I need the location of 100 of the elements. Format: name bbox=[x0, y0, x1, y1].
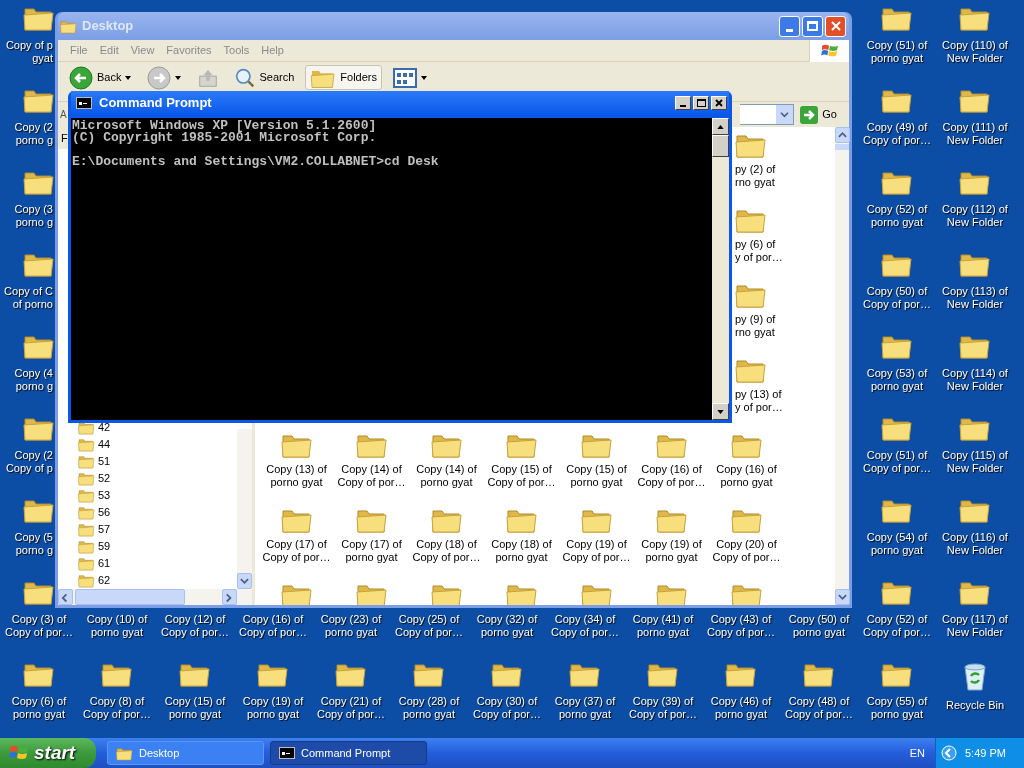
language-indicator[interactable]: EN bbox=[909, 744, 925, 762]
icon-label[interactable]: Copy (5 porno g bbox=[0, 531, 55, 557]
icon-label[interactable]: Copy (112) of New Folder bbox=[942, 203, 1008, 229]
go-button[interactable]: Go bbox=[798, 105, 839, 124]
icon-label[interactable]: Copy (41) of porno gyat bbox=[632, 613, 694, 639]
icon-label[interactable]: Copy (46) of porno gyat bbox=[710, 695, 772, 721]
icon-label[interactable]: Copy (37) of porno gyat bbox=[554, 695, 616, 721]
icon-label[interactable]: Copy (2 porno g bbox=[0, 121, 55, 147]
icon-label[interactable]: Copy (19) of porno gyat bbox=[242, 695, 304, 721]
folder-icon bbox=[78, 573, 95, 588]
icon-label[interactable]: Copy (116) of New Folder bbox=[942, 531, 1008, 557]
file-label[interactable]: Copy (17) of Copy of por… bbox=[262, 538, 331, 564]
file-label[interactable]: py (6) of y of por… bbox=[735, 238, 783, 264]
file-label[interactable]: Copy (18) of Copy of por… bbox=[412, 538, 481, 564]
file-label[interactable]: Copy (18) of porno gyat bbox=[491, 538, 552, 564]
icon-label[interactable]: Recycle Bin bbox=[945, 699, 1005, 712]
tree-item[interactable]: 62 bbox=[98, 572, 111, 589]
file-label[interactable]: Copy (19) of porno gyat bbox=[641, 538, 702, 564]
icon-label[interactable]: Copy (43) of Copy of por… bbox=[707, 613, 775, 639]
tree-item[interactable]: 61 bbox=[98, 555, 111, 572]
icon-label[interactable]: Copy (50) of porno gyat bbox=[788, 613, 850, 639]
file-label[interactable]: Copy (14) of porno gyat bbox=[416, 463, 477, 489]
icon-label[interactable]: Copy (3) of Copy of por… bbox=[5, 613, 73, 639]
icon-label[interactable]: Copy (6) of porno gyat bbox=[11, 695, 67, 721]
tree-item[interactable]: 59 bbox=[98, 538, 111, 555]
file-label[interactable]: Copy (15) of porno gyat bbox=[566, 463, 627, 489]
icon-label[interactable]: Copy (54) of porno gyat bbox=[866, 531, 928, 557]
minimize-button[interactable] bbox=[675, 96, 691, 110]
icon-label[interactable]: Copy (48) of Copy of por… bbox=[785, 695, 853, 721]
icon-label[interactable]: Copy (28) of porno gyat bbox=[398, 695, 460, 721]
icon-label[interactable]: Copy (2 Copy of p bbox=[0, 449, 55, 475]
scroll-thumb[interactable] bbox=[835, 144, 849, 150]
icon-label[interactable]: Copy of p gyat bbox=[0, 39, 55, 65]
close-button[interactable] bbox=[711, 96, 727, 110]
tree-item[interactable]: 52 bbox=[98, 470, 111, 487]
icon-label[interactable]: Copy (110) of New Folder bbox=[942, 39, 1008, 65]
icon-label[interactable]: Copy (113) of New Folder bbox=[942, 285, 1008, 311]
icon-label[interactable]: Copy (49) of Copy of por… bbox=[863, 121, 931, 147]
start-button[interactable]: start bbox=[0, 738, 96, 768]
icon-label[interactable]: Copy (34) of Copy of por… bbox=[551, 613, 619, 639]
icon-label[interactable]: Copy (12) of Copy of por… bbox=[161, 613, 229, 639]
back-button[interactable]: Back bbox=[64, 65, 137, 90]
icon-label[interactable]: Copy (51) of Copy of por… bbox=[863, 449, 931, 475]
close-icon bbox=[830, 21, 841, 31]
icon-label[interactable]: Copy (53) of porno gyat bbox=[866, 367, 928, 393]
scroll-left-button[interactable] bbox=[58, 589, 73, 605]
search-button[interactable]: Search bbox=[230, 65, 300, 90]
icon-label[interactable]: Copy (8) of Copy of por… bbox=[83, 695, 151, 721]
icon-label[interactable]: Copy (23) of porno gyat bbox=[320, 613, 382, 639]
icon-label[interactable]: Copy (51) of porno gyat bbox=[866, 39, 928, 65]
chevron-icon[interactable] bbox=[941, 745, 957, 761]
file-label[interactable]: Copy (16) of Copy of por… bbox=[637, 463, 706, 489]
icon-label[interactable]: Copy (15) of porno gyat bbox=[164, 695, 226, 721]
scroll-right-button[interactable] bbox=[222, 589, 237, 605]
file-label[interactable]: Copy (19) of Copy of por… bbox=[562, 538, 631, 564]
file-label[interactable]: py (13) of y of por… bbox=[735, 388, 783, 414]
taskbar-button[interactable]: Command Prompt bbox=[270, 741, 427, 765]
file-label[interactable]: Copy (17) of porno gyat bbox=[341, 538, 402, 564]
icon-label[interactable]: Copy (52) of porno gyat bbox=[866, 203, 928, 229]
address-field[interactable] bbox=[740, 104, 795, 125]
folder-icon bbox=[60, 18, 77, 34]
icon-label[interactable]: Copy (16) of Copy of por… bbox=[239, 613, 307, 639]
icon-label[interactable]: Copy (39) of Copy of por… bbox=[629, 695, 697, 721]
file-label[interactable]: py (9) of rno gyat bbox=[735, 313, 776, 339]
icon-label[interactable]: Copy (25) of Copy of por… bbox=[395, 613, 463, 639]
scroll-thumb[interactable] bbox=[75, 589, 185, 605]
maximize-button[interactable] bbox=[693, 96, 709, 110]
icon-label[interactable]: Copy (55) of porno gyat bbox=[866, 695, 928, 721]
icon-label[interactable]: Copy (3 porno g bbox=[0, 203, 55, 229]
icon-label[interactable]: Copy (52) of Copy of por… bbox=[863, 613, 931, 639]
icon-label[interactable]: Copy (4 porno g bbox=[0, 367, 55, 393]
scrollbar[interactable] bbox=[237, 429, 252, 589]
tree-item[interactable]: 57 bbox=[98, 521, 111, 538]
icon-label[interactable]: Copy of C of porno bbox=[0, 285, 55, 311]
dropdown-button[interactable] bbox=[776, 105, 794, 124]
scrollbar[interactable] bbox=[835, 127, 849, 605]
icon-label[interactable]: Copy (115) of New Folder bbox=[942, 449, 1008, 475]
file-label[interactable]: Copy (13) of porno gyat bbox=[266, 463, 327, 489]
icon-label[interactable]: Copy (10) of porno gyat bbox=[86, 613, 148, 639]
tree-item[interactable]: 42 bbox=[98, 419, 111, 436]
file-label[interactable]: Copy (20) of Copy of por… bbox=[712, 538, 781, 564]
tree-item[interactable]: 56 bbox=[98, 504, 111, 521]
folder-icon bbox=[78, 522, 95, 537]
icon-label[interactable]: Copy (111) of New Folder bbox=[942, 121, 1008, 147]
file-label[interactable]: Copy (15) of Copy of por… bbox=[487, 463, 556, 489]
icon-label[interactable]: Copy (114) of New Folder bbox=[942, 367, 1008, 393]
file-label[interactable]: py (2) of rno gyat bbox=[735, 163, 776, 189]
icon-label[interactable]: Copy (117) of New Folder bbox=[942, 613, 1008, 639]
file-label[interactable]: Copy (16) of porno gyat bbox=[716, 463, 777, 489]
taskbar-button[interactable]: Desktop bbox=[107, 741, 264, 765]
tree-item[interactable]: 53 bbox=[98, 487, 111, 504]
tree-item[interactable]: 51 bbox=[98, 453, 111, 470]
tree-item[interactable]: 44 bbox=[98, 436, 111, 453]
icon-label[interactable]: Copy (30) of Copy of por… bbox=[473, 695, 541, 721]
icon-label[interactable]: Copy (21) of Copy of por… bbox=[317, 695, 385, 721]
file-label[interactable]: Copy (14) of Copy of por… bbox=[337, 463, 406, 489]
folder-icon bbox=[78, 437, 95, 452]
icon-label[interactable]: Copy (50) of Copy of por… bbox=[863, 285, 931, 311]
folders-button[interactable]: Folders bbox=[305, 65, 382, 90]
icon-label[interactable]: Copy (32) of porno gyat bbox=[476, 613, 538, 639]
